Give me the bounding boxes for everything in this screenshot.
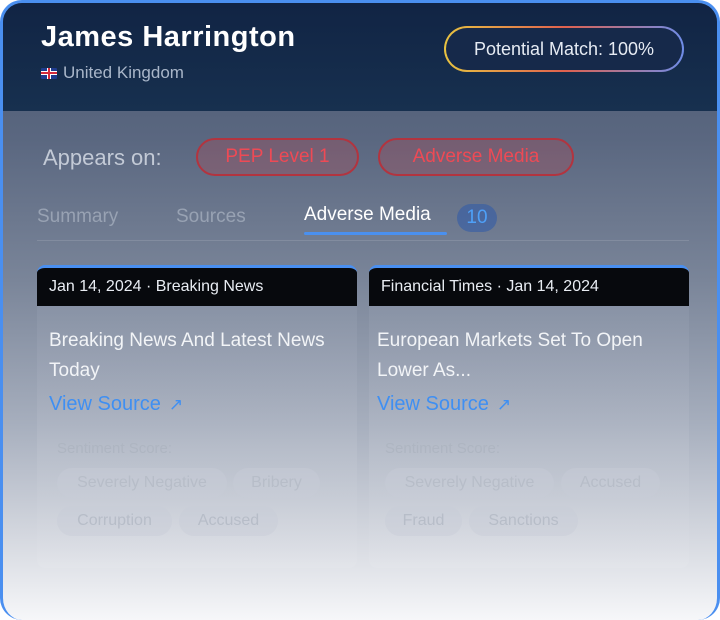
news-card-header: Financial Times · Jan 14, 2024	[369, 268, 689, 306]
tag-corruption: Corruption	[57, 506, 172, 536]
profile-header: James Harrington United Kingdom Potentia…	[3, 3, 717, 111]
news-card: Jan 14, 2024 · Breaking News Breaking Ne…	[37, 265, 357, 568]
active-tab-underline	[304, 232, 447, 235]
view-source-label: View Source	[49, 393, 161, 415]
country-label: United Kingdom	[63, 63, 184, 82]
news-title: European Markets Set To Open Lower As...	[377, 330, 643, 381]
tag-fraud: Fraud	[385, 506, 462, 536]
profile-card: James Harrington United Kingdom Potentia…	[0, 0, 720, 620]
external-link-arrow-icon: ↗	[496, 394, 512, 414]
tab-adverse-media[interactable]: Adverse Media	[304, 204, 431, 226]
potential-match-label: Potential Match: 100%	[446, 28, 682, 70]
sentiment-score-label: Sentiment Score:	[57, 440, 173, 457]
tag-bribery: Bribery	[233, 468, 320, 498]
view-source-link[interactable]: View Source ↗	[377, 393, 511, 416]
tag-severely-negative: Severely Negative	[57, 468, 227, 498]
profile-name: James Harrington	[41, 21, 296, 53]
tag-accused: Accused	[561, 468, 660, 498]
tag-severely-negative: Severely Negative	[385, 468, 554, 498]
adverse-media-count-badge: 10	[457, 204, 497, 232]
tab-summary[interactable]: Summary	[37, 206, 118, 228]
appears-on-label: Appears on:	[43, 145, 162, 170]
pep-level-badge[interactable]: PEP Level 1	[196, 138, 359, 176]
potential-match-badge: Potential Match: 100%	[444, 26, 684, 72]
external-link-arrow-icon: ↗	[168, 394, 184, 414]
view-source-label: View Source	[377, 393, 489, 415]
tab-sources[interactable]: Sources	[176, 206, 246, 228]
news-card-header: Jan 14, 2024 · Breaking News	[37, 268, 357, 306]
view-source-link[interactable]: View Source ↗	[49, 393, 183, 416]
news-card: Financial Times · Jan 14, 2024 European …	[369, 265, 689, 568]
tag-accused: Accused	[179, 506, 278, 536]
uk-flag-icon	[41, 67, 57, 79]
news-title: Breaking News And Latest News Today	[49, 330, 325, 381]
tab-bar: Summary Sources Adverse Media 10	[3, 198, 717, 242]
tabs-divider	[37, 240, 689, 241]
sentiment-score-label: Sentiment Score:	[385, 440, 501, 457]
profile-country: United Kingdom	[41, 63, 184, 83]
tag-sanctions: Sanctions	[469, 506, 578, 536]
adverse-media-badge[interactable]: Adverse Media	[378, 138, 574, 176]
